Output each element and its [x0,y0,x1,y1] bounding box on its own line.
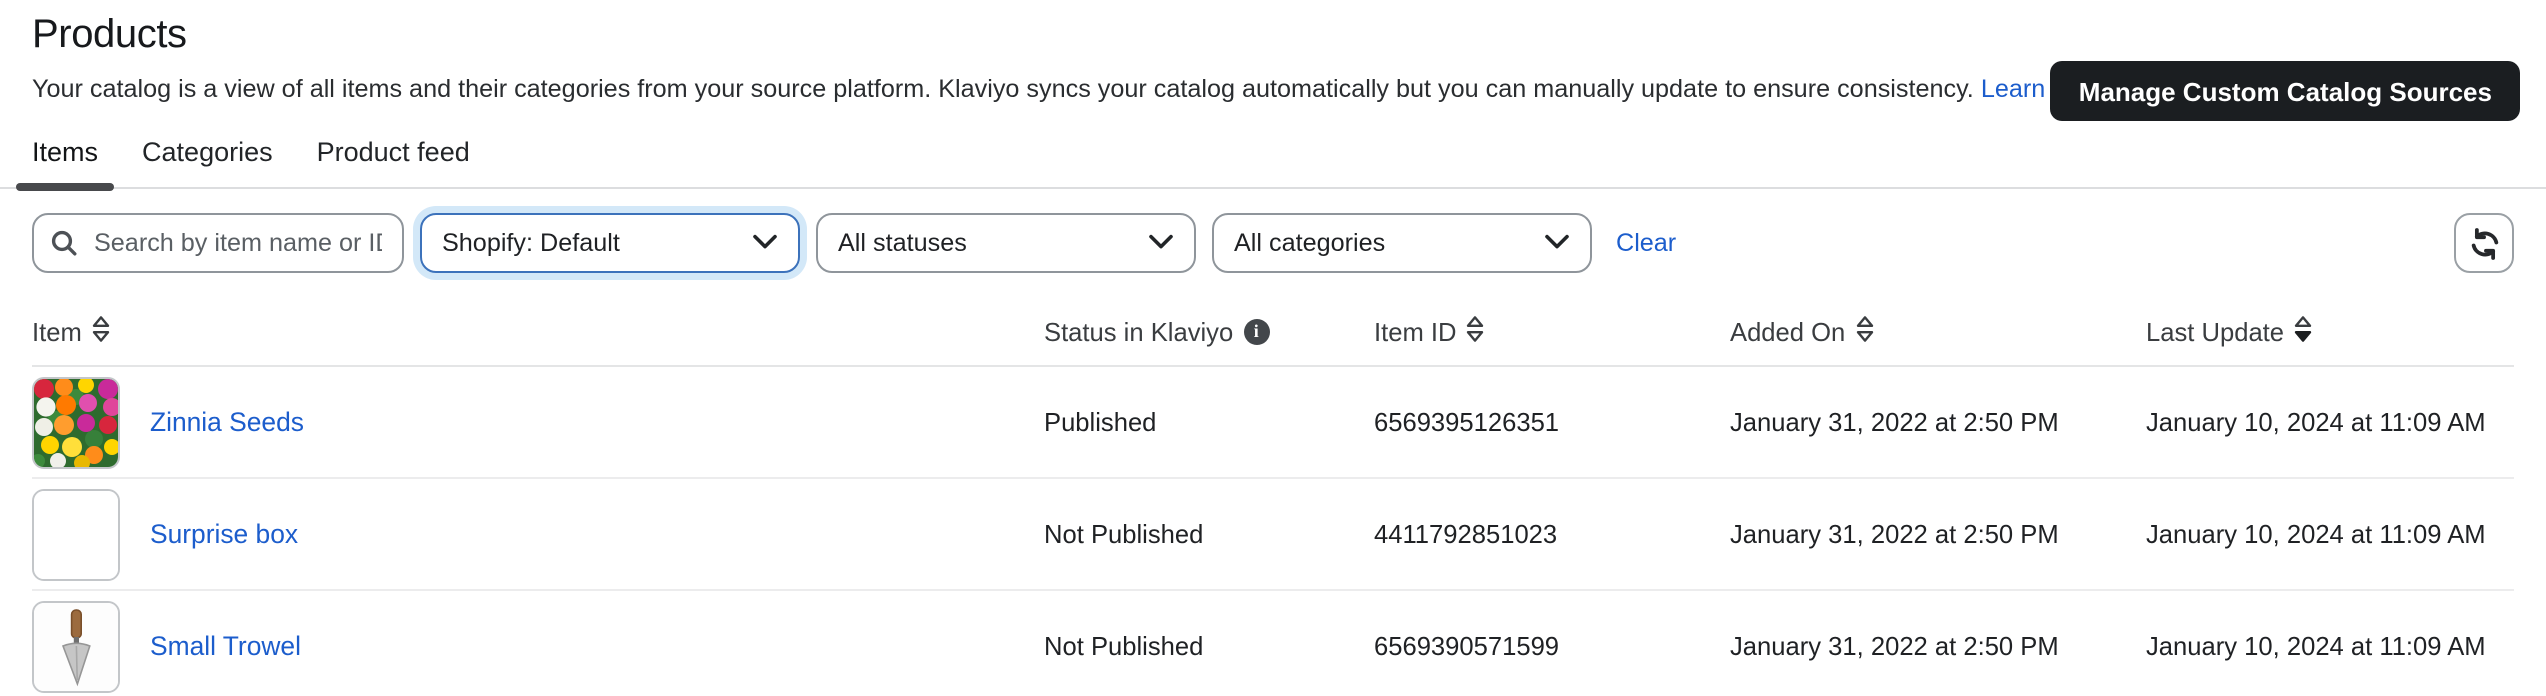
table-header: Item Status in Klaviyo i Item ID Added O… [32,297,2514,367]
product-name-link[interactable]: Small Trowel [150,631,301,661]
source-dropdown[interactable]: Shopify: Default [420,213,800,273]
tab-categories[interactable]: Categories [126,137,289,187]
chevron-down-icon [752,229,778,257]
sort-icon-desc [2294,314,2312,348]
product-thumbnail-blank [32,488,120,580]
sort-icon [1855,314,1873,348]
search-icon [50,229,78,257]
source-dropdown-value: Shopify: Default [442,229,620,257]
column-header-added-on[interactable]: Added On [1730,314,2146,348]
column-label: Item [32,316,82,346]
sort-icon [1467,314,1485,348]
column-label: Item ID [1374,316,1457,346]
added-on-cell: January 31, 2022 at 2:50 PM [1730,631,2146,661]
table-row: Small Trowel Not Published 6569390571599… [32,591,2514,696]
products-page: Products Your catalog is a view of all i… [0,0,2546,696]
column-label: Last Update [2146,316,2284,346]
category-dropdown[interactable]: All categories [1212,213,1592,273]
page-description-text: Your catalog is a view of all items and … [32,75,1974,103]
product-thumbnail-trowel [32,600,120,692]
info-icon[interactable]: i [1243,318,1269,344]
product-name-link[interactable]: Zinnia Seeds [150,407,304,437]
item-search [32,213,404,273]
column-label: Added On [1730,316,1845,346]
item-id-cell: 4411792851023 [1374,519,1730,549]
item-cell: Zinnia Seeds [32,376,1044,468]
manage-custom-catalog-sources-button[interactable]: Manage Custom Catalog Sources [2051,61,2520,121]
item-id-cell: 6569395126351 [1374,407,1730,437]
category-dropdown-value: All categories [1234,229,1385,257]
page-title: Products [32,13,2514,59]
product-name-link[interactable]: Surprise box [150,519,298,549]
status-dropdown[interactable]: All statuses [816,213,1196,273]
status-cell: Not Published [1044,631,1374,661]
tab-product-feed[interactable]: Product feed [301,137,486,187]
table-body: Zinnia Seeds Published 6569395126351 Jan… [32,367,2514,696]
refresh-button[interactable] [2454,213,2514,273]
item-cell: Small Trowel [32,600,1044,692]
column-header-item-id[interactable]: Item ID [1374,314,1730,348]
sort-icon [92,314,110,348]
last-update-cell: January 10, 2024 at 11:09 AM [2146,631,2514,661]
tab-items[interactable]: Items [16,137,114,187]
table-row: Surprise box Not Published 4411792851023… [32,479,2514,591]
column-header-status[interactable]: Status in Klaviyo i [1044,316,1374,346]
column-header-last-update[interactable]: Last Update [2146,314,2514,348]
product-thumbnail-zinnia [32,376,120,468]
last-update-cell: January 10, 2024 at 11:09 AM [2146,519,2514,549]
status-cell: Published [1044,407,1374,437]
table-row: Zinnia Seeds Published 6569395126351 Jan… [32,367,2514,479]
filter-bar: Shopify: Default All statuses All catego… [32,213,2514,273]
chevron-down-icon [1148,229,1174,257]
status-dropdown-value: All statuses [838,229,967,257]
item-id-cell: 6569390571599 [1374,631,1730,661]
clear-filters-link[interactable]: Clear [1616,229,1676,257]
column-label: Status in Klaviyo [1044,316,1233,346]
search-input[interactable] [90,227,386,259]
column-header-item[interactable]: Item [32,314,1044,348]
chevron-down-icon [1544,229,1570,257]
added-on-cell: January 31, 2022 at 2:50 PM [1730,519,2146,549]
status-cell: Not Published [1044,519,1374,549]
added-on-cell: January 31, 2022 at 2:50 PM [1730,407,2146,437]
last-update-cell: January 10, 2024 at 11:09 AM [2146,407,2514,437]
item-cell: Surprise box [32,488,1044,580]
refresh-icon [2467,226,2501,260]
tab-bar: Items Categories Product feed [0,137,2546,189]
